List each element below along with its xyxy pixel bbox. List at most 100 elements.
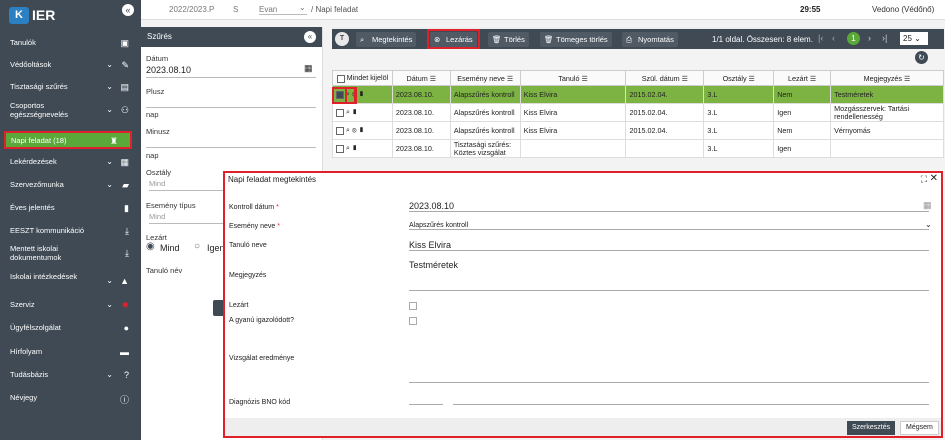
column-header[interactable]: Osztály ☰: [703, 70, 775, 86]
maximize-icon[interactable]: ⛶: [921, 174, 927, 185]
sidebar-item-12[interactable]: Ügyfélszolgálat ●: [0, 323, 141, 341]
filter-collapse-button[interactable]: «: [304, 31, 316, 43]
semester-select[interactable]: S: [233, 5, 238, 14]
prev-page-icon[interactable]: ‹: [832, 33, 835, 43]
column-header-label: Megjegyzés: [863, 73, 903, 83]
table-cell-date: 2023.08.10.: [391, 85, 451, 104]
torles-button[interactable]: 🗑 Törlés: [488, 32, 529, 47]
current-page[interactable]: 1: [847, 32, 860, 45]
sidebar-item-label: Csoportos egészségnevelés: [10, 101, 68, 119]
column-header[interactable]: Tanuló ☰: [519, 70, 627, 86]
sidebar-item-7[interactable]: Éves jelentés ▮: [0, 203, 141, 221]
gyanu-checkbox[interactable]: [409, 317, 417, 325]
column-filter-icon[interactable]: ☰: [505, 74, 513, 83]
column-filter-icon[interactable]: ☰: [428, 74, 436, 83]
select-all-checkbox[interactable]: [336, 74, 345, 83]
calendar-icon[interactable]: ▦: [304, 63, 313, 74]
radio-igen[interactable]: ○: [194, 241, 200, 252]
chevron-down-icon[interactable]: ⌄: [299, 3, 306, 12]
trash-icon[interactable]: ▮: [352, 143, 357, 152]
trash-icon[interactable]: ▮: [359, 89, 364, 98]
napi-feladat-modal: Napi feladat megtekintés ⛶ ✕ Kontroll dá…: [223, 171, 943, 438]
sidebar-item-5[interactable]: Lekérdezések ⌄ ▦: [0, 157, 141, 175]
close-circle-icon[interactable]: ⊗: [352, 125, 357, 134]
row-checkbox[interactable]: [336, 144, 344, 153]
view-icon[interactable]: ⌕: [346, 125, 350, 134]
chevron-down-icon[interactable]: ⌄: [925, 220, 932, 229]
vizsgalat-textarea[interactable]: [409, 339, 929, 383]
view-icon[interactable]: ⌕: [346, 143, 350, 152]
table-cell-closed: Igen: [773, 103, 832, 122]
table-cell-class: 3.L: [703, 103, 775, 122]
sidebar-item-11[interactable]: Szerviz ⌄ ✹: [0, 300, 141, 318]
kontroll-input[interactable]: 2023.08.10: [409, 201, 929, 212]
user-menu[interactable]: Vedono (Védőnő): [872, 5, 934, 14]
esemeny-select[interactable]: Alapszűrés kontroll: [409, 222, 929, 230]
row-checkbox[interactable]: [336, 126, 344, 135]
sidebar-item-9[interactable]: Mentett iskolai dokumentumok ⤓: [0, 244, 141, 266]
tanulo-input[interactable]: Kiss Elvira: [409, 240, 929, 251]
school-year-select[interactable]: 2022/2023.P: [169, 5, 214, 14]
calendar-icon[interactable]: ▦: [923, 200, 932, 211]
table-cell-student: Kiss Elvira: [519, 85, 627, 104]
row-checkbox[interactable]: [336, 108, 344, 117]
sidebar-item-label: Iskolai intézkedések: [10, 272, 78, 281]
sidebar-item-13[interactable]: Hírfolyam ▬: [0, 347, 141, 365]
sidebar-item-6[interactable]: Szervezőmunka ⌄ ▰: [0, 180, 141, 198]
trash-icon[interactable]: ▮: [352, 107, 357, 116]
table-row[interactable]: ⌕ ▮ 2023.08.10. Alapszűrés kontroll Kiss El…: [332, 103, 944, 122]
torles-label: Törlés: [504, 35, 525, 44]
table-cell-date: 2023.08.10.: [391, 121, 451, 140]
megtekintes-button[interactable]: ⌕ Megtekintés: [356, 32, 417, 47]
trash-icon[interactable]: ▮: [359, 125, 364, 134]
page-size-select[interactable]: 25 ⌄: [900, 32, 928, 45]
nyomtatas-button[interactable]: ⎙ Nyomtatás: [622, 32, 678, 47]
radio-mind[interactable]: ◉: [146, 241, 155, 252]
szerkesztes-button[interactable]: Szerkesztés: [847, 421, 896, 435]
megsem-button[interactable]: Mégsem: [900, 421, 939, 435]
row-view-highlight: [345, 87, 357, 104]
plusz-input[interactable]: [146, 97, 316, 108]
tomeges-torles-button[interactable]: 🗑 Tömeges törlés: [540, 32, 612, 47]
first-page-icon[interactable]: |‹: [818, 33, 823, 43]
sidebar-item-1[interactable]: Védőoltások ⌄ ✎: [0, 60, 141, 78]
sidebar-collapse-button[interactable]: «: [122, 4, 134, 16]
sidebar-item-4[interactable]: Napi feladat (18) ♜: [4, 131, 132, 149]
sidebar-item-14[interactable]: Tudásbázis ⌄?: [0, 370, 141, 388]
datum-input[interactable]: 2023.08.10: [146, 65, 316, 78]
column-filter-icon[interactable]: ☰: [680, 74, 688, 83]
next-page-icon[interactable]: ›: [868, 33, 871, 43]
info-icon: ⓘ: [119, 395, 129, 405]
column-header[interactable]: Megjegyzés ☰: [830, 70, 944, 86]
table-row[interactable]: ⌕ ▮ 2023.08.10. Tisztasági szűrés: Köztes …: [332, 139, 944, 158]
sidebar-item-15[interactable]: Névjegy ⓘ: [0, 393, 141, 411]
session-timer: 29:55: [800, 5, 821, 14]
column-header[interactable]: Szül. dátum ☰: [625, 70, 705, 86]
sidebar-item-10[interactable]: Iskolai intézkedések ⌄ ▲: [0, 272, 141, 294]
column-header[interactable]: Lezárt ☰: [773, 70, 832, 86]
view-icon[interactable]: ⌕: [346, 107, 350, 116]
column-header[interactable]: Mindet kijelöl: [332, 70, 393, 86]
column-header[interactable]: Dátum ☰: [391, 70, 451, 86]
column-filter-icon[interactable]: ☰: [579, 74, 587, 83]
refresh-icon[interactable]: ↻: [915, 51, 928, 64]
minusz-input[interactable]: [146, 137, 316, 148]
column-filter-icon[interactable]: ☰: [747, 74, 755, 83]
last-page-icon[interactable]: ›|: [882, 33, 887, 43]
bno-name-input[interactable]: [453, 404, 929, 405]
sidebar-item-8[interactable]: EESZT kommunikáció ⤓: [0, 226, 141, 244]
column-filter-icon[interactable]: ☰: [808, 74, 816, 83]
sidebar-item-0[interactable]: Tanulók ▣: [0, 38, 141, 56]
sidebar-item-3[interactable]: Csoportos egészségnevelés ⌄ ⚇: [0, 101, 141, 123]
bno-code-input[interactable]: [409, 404, 443, 405]
filter-toggle-icon[interactable]: T: [335, 32, 349, 46]
column-header[interactable]: Esemény neve ☰: [449, 70, 521, 86]
close-icon[interactable]: ✕: [930, 173, 938, 184]
table-row[interactable]: ⌕ ⊗ ▮ 2023.08.10. Alapszűrés kontroll Kiss …: [332, 121, 944, 140]
sidebar-item-2[interactable]: Tisztasági szűrés ⌄ ▤: [0, 82, 141, 100]
column-filter-icon[interactable]: ☰: [902, 74, 910, 83]
table-row[interactable]: ⌕ ⊗ ▮ 2023.08.10. Alapszűrés kontroll Kiss …: [332, 85, 944, 104]
lezart-checkbox[interactable]: [409, 302, 417, 310]
modal-header: Napi feladat megtekintés ⛶ ✕: [225, 173, 941, 187]
megjegyzes-textarea[interactable]: Testméretek: [409, 260, 929, 291]
